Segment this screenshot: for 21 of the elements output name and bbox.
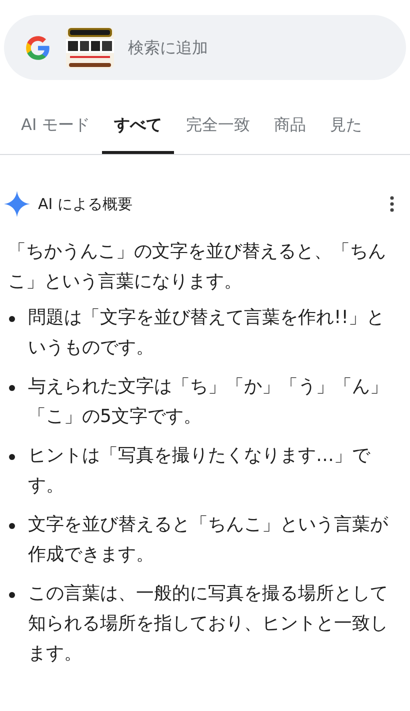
bullet-text: 与えられた文字は「ち」「か」「う」「ん」「こ」の5文字です。 — [28, 375, 389, 429]
sparkle-icon — [4, 191, 30, 217]
tab[interactable]: 完全一致 — [174, 107, 262, 154]
tab[interactable]: 見た — [318, 107, 374, 154]
more-options-icon[interactable] — [390, 196, 394, 212]
bullet-icon — [9, 523, 15, 529]
tab[interactable]: すべて — [102, 107, 174, 154]
bullet-icon — [9, 592, 15, 598]
google-g-icon — [25, 34, 51, 60]
bullet-text: 文字を並び替えると「ちんこ」という言葉が作成できます。 — [28, 513, 390, 567]
bullet-icon — [9, 385, 15, 391]
bullet-icon — [9, 316, 15, 322]
answer-paragraph: 「ちかうんこ」の文字を並び替えると、「ちんこ」という言葉になります。 — [8, 240, 387, 294]
tab[interactable]: 商品 — [262, 107, 318, 154]
bullet-text: 問題は「文字を並び替えて言葉を作れ!!」というものです。 — [28, 306, 386, 360]
bullet-icon — [9, 454, 15, 460]
tab[interactable]: AI モード — [9, 107, 102, 154]
section-title: AI による概要 — [38, 194, 134, 214]
bullet-text: この言葉は、一般的に写真を撮る場所として知られる場所を指しており、ヒントと一致します。 — [28, 582, 389, 666]
bullet-text: ヒントは「写真を撮りたくなります…」です。 — [28, 444, 372, 498]
search-field[interactable]: 検索に追加 — [128, 38, 328, 57]
